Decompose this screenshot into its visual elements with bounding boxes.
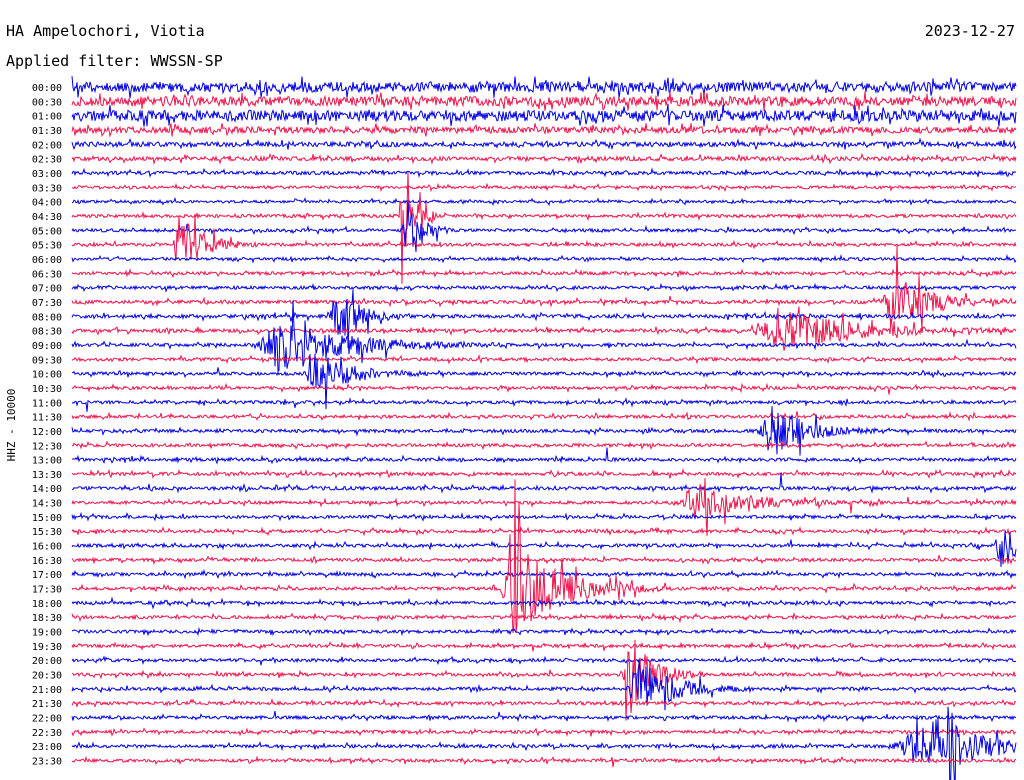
trace-row-1430 (71, 477, 1017, 536)
row-time-label: 07:00 (32, 284, 62, 295)
trace-row-2330 (71, 755, 1017, 768)
row-time-label: 06:30 (32, 269, 62, 280)
row-time-label: 00:30 (32, 97, 62, 108)
trace-row-1000 (71, 353, 1017, 410)
trace-row-0530 (71, 214, 1017, 260)
trace-row-0900 (71, 300, 1017, 373)
trace-row-2200 (71, 710, 1017, 723)
trace-row-2130 (71, 697, 1017, 709)
row-time-label: 08:00 (32, 312, 62, 323)
row-time-label: 17:00 (32, 570, 62, 581)
row-time-label: 19:00 (32, 628, 62, 639)
row-time-label: 18:30 (32, 613, 62, 624)
row-time-label: 06:00 (32, 255, 62, 266)
trace-row-2030 (71, 639, 1017, 721)
row-time-label: 08:30 (32, 327, 62, 338)
row-time-label: 03:30 (32, 183, 62, 194)
row-time-label: 01:30 (32, 126, 62, 137)
row-time-label: 09:30 (32, 355, 62, 366)
trace-row-1630 (71, 554, 1017, 566)
row-time-label: 12:30 (32, 441, 62, 452)
trace-row-2230 (71, 727, 1017, 737)
row-time-label: 11:30 (32, 413, 62, 424)
trace-row-0930 (71, 353, 1017, 365)
row-time-label: 03:00 (32, 169, 62, 180)
row-time-label: 21:30 (32, 699, 62, 710)
row-time-label: 02:30 (32, 155, 62, 166)
trace-row-1330 (71, 468, 1017, 480)
row-time-label: 20:00 (32, 656, 62, 667)
row-time-label: 12:00 (32, 427, 62, 438)
row-time-label: 01:00 (32, 112, 62, 123)
trace-row-0000 (71, 76, 1017, 99)
row-time-label: 22:30 (32, 728, 62, 739)
trace-row-0630 (71, 267, 1017, 279)
row-time-label: 13:30 (32, 470, 62, 481)
row-time-label: 16:00 (32, 542, 62, 553)
trace-row-0600 (71, 253, 1017, 264)
row-time-label: 13:00 (32, 456, 62, 467)
row-time-label: 04:00 (32, 198, 62, 209)
trace-row-0300 (71, 167, 1017, 179)
record-date: 2023-12-27 (925, 22, 1015, 40)
trace-row-1600 (71, 531, 1017, 567)
row-time-label: 04:30 (32, 212, 62, 223)
row-time-label: 15:00 (32, 513, 62, 524)
row-time-label: 11:00 (32, 398, 62, 409)
row-time-label: 10:30 (32, 384, 62, 395)
row-time-label: 05:30 (32, 241, 62, 252)
trace-row-0030 (71, 91, 1017, 112)
row-time-label: 17:30 (32, 585, 62, 596)
filter-label: Applied filter: WWSSN-SP (6, 52, 223, 70)
row-time-label: 15:30 (32, 527, 62, 538)
trace-row-0100 (71, 103, 1017, 127)
row-time-label: 20:30 (32, 671, 62, 682)
trace-layer (71, 76, 1017, 780)
station-title: HA Ampelochori, Viotia (6, 22, 205, 40)
helicorder-plot: 00:00 00:30 01:00 01:30 02:00 02:30 03:00 03:30… (5, 22, 1017, 780)
trace-row-1230 (71, 440, 1017, 451)
trace-row-1030 (71, 382, 1017, 395)
trace-row-0230 (71, 152, 1017, 165)
row-time-label: 23:30 (32, 757, 62, 768)
trace-row-0130 (71, 123, 1017, 138)
row-time-label: 23:00 (32, 742, 62, 753)
trace-row-1800 (71, 596, 1016, 610)
trace-row-1300 (71, 447, 1017, 465)
y-axis-label: HHZ - 10000 (5, 389, 18, 462)
trace-row-1900 (71, 626, 1017, 637)
trace-row-1530 (71, 526, 1017, 537)
row-time-label: 00:00 (32, 83, 62, 94)
trace-row-1830 (71, 612, 1017, 624)
row-time-label: 07:30 (32, 298, 62, 309)
trace-row-1200 (71, 406, 1017, 456)
trace-row-0330 (71, 182, 1017, 193)
trace-row-0400 (71, 197, 1017, 207)
row-time-label: 02:00 (32, 140, 62, 151)
row-time-label: 09:00 (32, 341, 62, 352)
row-time-label: 21:00 (32, 685, 62, 696)
trace-row-0700 (71, 282, 1017, 293)
row-time-label: 14:00 (32, 484, 62, 495)
row-time-label: 16:30 (32, 556, 62, 567)
row-time-label: 05:00 (32, 226, 62, 237)
row-time-label: 22:00 (32, 714, 62, 725)
row-time-label: 14:30 (32, 499, 62, 510)
trace-row-1930 (71, 640, 1017, 652)
row-label-layer: 00:00 00:30 01:00 01:30 02:00 02:30 03:00 03:30… (32, 83, 62, 768)
row-time-label: 10:00 (32, 370, 62, 381)
trace-row-1500 (71, 511, 1017, 522)
trace-row-1130 (71, 411, 1017, 422)
trace-row-1100 (71, 396, 1017, 412)
trace-row-0200 (71, 137, 1017, 151)
row-time-label: 18:00 (32, 599, 62, 610)
trace-row-2000 (71, 654, 1017, 666)
row-time-label: 19:30 (32, 642, 62, 653)
